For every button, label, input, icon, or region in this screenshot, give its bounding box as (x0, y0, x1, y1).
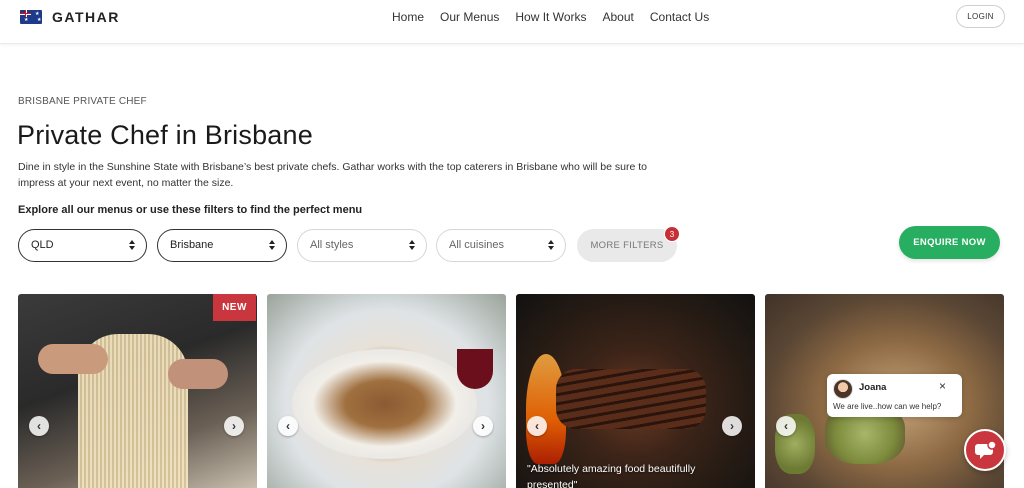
chat-launcher-button[interactable] (964, 429, 1006, 471)
carousel-next-icon[interactable]: › (722, 416, 742, 436)
city-select[interactable]: Brisbane (157, 229, 287, 262)
grilled-steak-image (556, 369, 706, 429)
main-nav: Home Our Menus How It Works About Contac… (392, 10, 709, 24)
agent-avatar (833, 379, 853, 399)
card-review-quote: "Absolutely amazing food beautifully pre… (527, 463, 696, 488)
chat-popup[interactable]: Joana × We are live..how can we help? (827, 374, 962, 417)
nav-contact-us[interactable]: Contact Us (650, 10, 709, 24)
roast-plate-image (292, 349, 477, 459)
brand-name: GATHAR (52, 9, 120, 25)
styles-select[interactable]: All styles (297, 229, 427, 262)
menu-card-image[interactable] (18, 294, 257, 488)
state-select-value: QLD (31, 239, 54, 251)
carousel-next-icon[interactable]: › (224, 416, 244, 436)
cuisines-select[interactable]: All cuisines (436, 229, 566, 262)
wine-glass-image (457, 349, 493, 389)
login-button[interactable]: LOGIN (956, 5, 1005, 28)
page-description: Dine in style in the Sunshine State with… (18, 161, 647, 189)
styles-select-value: All styles (310, 239, 354, 251)
carousel-prev-icon[interactable]: ‹ (278, 416, 298, 436)
nav-about[interactable]: About (603, 10, 634, 24)
carousel-prev-icon[interactable]: ‹ (776, 416, 796, 436)
page-eyebrow: BRISBANE PRIVATE CHEF (18, 96, 147, 107)
australia-flag-icon: ★ ★ ★ (20, 10, 42, 24)
city-select-value: Brisbane (170, 239, 214, 251)
site-header: ★ ★ ★ GATHAR Home Our Menus How It Works… (0, 0, 1024, 44)
more-filters-button[interactable]: MORE FILTERS (577, 229, 677, 262)
close-icon[interactable]: × (939, 379, 946, 393)
chat-message: We are live..how can we help? (833, 402, 942, 411)
chat-agent-name: Joana (859, 382, 887, 393)
chat-icon (975, 441, 997, 459)
menu-card-image[interactable] (267, 294, 506, 488)
logo[interactable]: ★ ★ ★ GATHAR (20, 9, 120, 25)
enquire-now-button[interactable]: ENQUIRE NOW (899, 226, 1000, 259)
carousel-prev-icon[interactable]: ‹ (29, 416, 49, 436)
hand-image (168, 359, 228, 389)
nav-home[interactable]: Home (392, 10, 424, 24)
filter-count-badge: 3 (664, 226, 680, 242)
nav-our-menus[interactable]: Our Menus (440, 10, 499, 24)
state-select[interactable]: QLD (18, 229, 147, 262)
page-title: Private Chef in Brisbane (17, 120, 313, 150)
carousel-prev-icon[interactable]: ‹ (527, 416, 547, 436)
nav-how-it-works[interactable]: How It Works (515, 10, 586, 24)
new-badge: NEW (213, 294, 256, 321)
select-arrows-icon (548, 240, 554, 251)
cuisines-select-value: All cuisines (449, 239, 505, 251)
explore-heading: Explore all our menus or use these filte… (18, 204, 363, 216)
menu-card-image[interactable] (516, 294, 755, 488)
hand-image (38, 344, 108, 374)
select-arrows-icon (129, 240, 135, 251)
carousel-next-icon[interactable]: › (473, 416, 493, 436)
select-arrows-icon (409, 240, 415, 251)
select-arrows-icon (269, 240, 275, 251)
